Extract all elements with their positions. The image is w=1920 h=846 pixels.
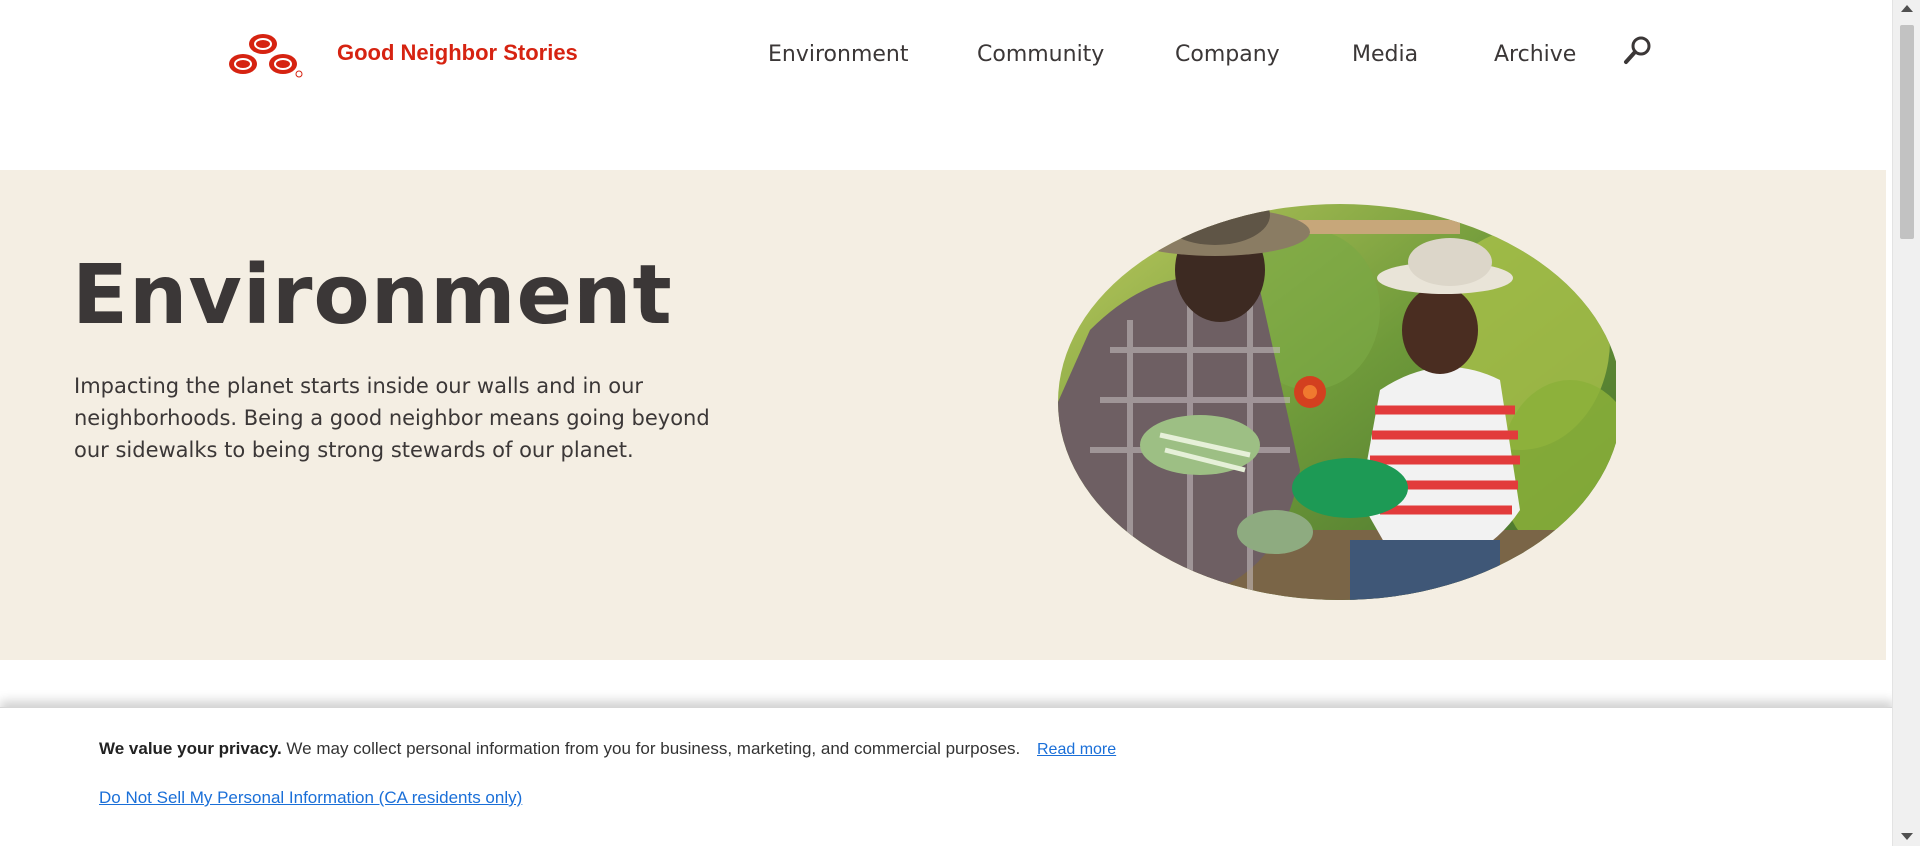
hero-photo <box>1058 204 1616 600</box>
nav-item-company[interactable]: Company <box>1175 42 1280 67</box>
site-header: Good Neighbor Stories Environment Commun… <box>0 0 1890 170</box>
vertical-scrollbar[interactable] <box>1892 0 1920 846</box>
privacy-text: We may collect personal information from… <box>281 739 1021 758</box>
nav-item-media[interactable]: Media <box>1352 42 1418 67</box>
do-not-sell-link[interactable]: Do Not Sell My Personal Information (CA … <box>99 788 522 808</box>
brand-link[interactable]: Good Neighbor Stories <box>337 40 578 66</box>
nav-item-community[interactable]: Community <box>977 42 1104 67</box>
privacy-banner: We value your privacy. We may collect pe… <box>0 707 1894 846</box>
scroll-thumb[interactable] <box>1900 25 1914 239</box>
scroll-down-arrow-icon[interactable] <box>1901 833 1913 840</box>
hero-section: Environment Impacting the planet starts … <box>0 170 1886 660</box>
read-more-link[interactable]: Read more <box>1037 741 1116 759</box>
nav-item-environment[interactable]: Environment <box>768 42 908 67</box>
search-icon[interactable] <box>1620 33 1654 67</box>
hero-description: Impacting the planet starts inside our w… <box>74 374 710 462</box>
logo-icon[interactable] <box>222 30 304 78</box>
privacy-message: We value your privacy. We may collect pe… <box>99 739 1020 759</box>
nav-item-archive[interactable]: Archive <box>1494 42 1576 67</box>
scroll-up-arrow-icon[interactable] <box>1901 5 1913 12</box>
page-title: Environment <box>72 248 673 343</box>
privacy-heading: We value your privacy. <box>99 739 282 758</box>
